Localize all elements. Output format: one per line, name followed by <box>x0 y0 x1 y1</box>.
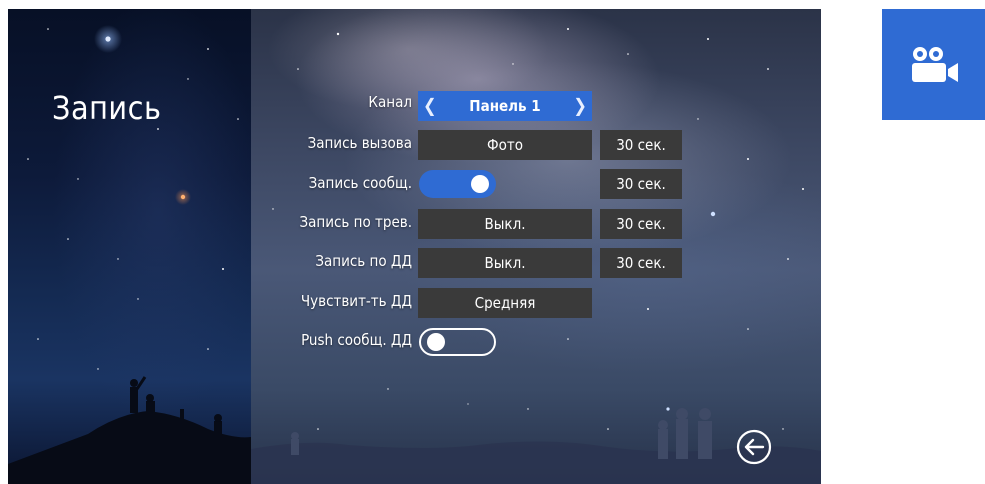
chevron-left-icon[interactable]: ❮ <box>423 96 437 117</box>
motion-sensitivity-select[interactable]: Средняя <box>418 288 592 318</box>
video-camera-icon <box>911 46 958 82</box>
channel-value: Панель 1 <box>469 97 541 115</box>
call-record-duration[interactable]: 30 сек. <box>600 130 682 160</box>
motion-record-select[interactable]: Выкл. <box>418 248 592 278</box>
alarm-record-label: Запись по трев. <box>299 213 412 231</box>
toggle-knob <box>427 333 445 351</box>
message-record-toggle[interactable] <box>419 170 496 198</box>
call-record-label: Запись вызова <box>307 134 412 152</box>
channel-label: Канал <box>368 93 412 111</box>
call-record-value: Фото <box>487 136 523 154</box>
call-record-duration-value: 30 сек. <box>616 136 666 154</box>
settings-screen: Запись Канал Запись вызова Запись сообщ.… <box>8 9 821 484</box>
message-record-duration[interactable]: 30 сек. <box>600 169 682 199</box>
channel-selector[interactable]: ❮ Панель 1 ❯ <box>418 91 592 121</box>
motion-record-duration-value: 30 сек. <box>616 254 666 272</box>
alarm-record-duration[interactable]: 30 сек. <box>600 209 682 239</box>
chevron-right-icon[interactable]: ❯ <box>573 96 587 117</box>
call-record-select[interactable]: Фото <box>418 130 592 160</box>
motion-record-label: Запись по ДД <box>315 252 412 270</box>
alarm-record-value: Выкл. <box>484 215 526 233</box>
message-record-duration-value: 30 сек. <box>616 175 666 193</box>
motion-record-value: Выкл. <box>484 254 526 272</box>
motion-sensitivity-label: Чувствит-ть ДД <box>300 292 412 310</box>
motion-push-toggle[interactable] <box>419 328 496 356</box>
toggle-knob <box>471 175 489 193</box>
back-arrow-circle-icon[interactable] <box>736 429 772 465</box>
settings-labels: Канал Запись вызова Запись сообщ. Запись… <box>8 9 412 484</box>
motion-push-label: Push сообщ. ДД <box>301 331 412 349</box>
motion-sensitivity-value: Средняя <box>474 294 536 312</box>
camera-tile[interactable] <box>882 9 985 120</box>
message-record-label: Запись сообщ. <box>308 174 412 192</box>
motion-record-duration[interactable]: 30 сек. <box>600 248 682 278</box>
alarm-record-select[interactable]: Выкл. <box>418 209 592 239</box>
alarm-record-duration-value: 30 сек. <box>616 215 666 233</box>
